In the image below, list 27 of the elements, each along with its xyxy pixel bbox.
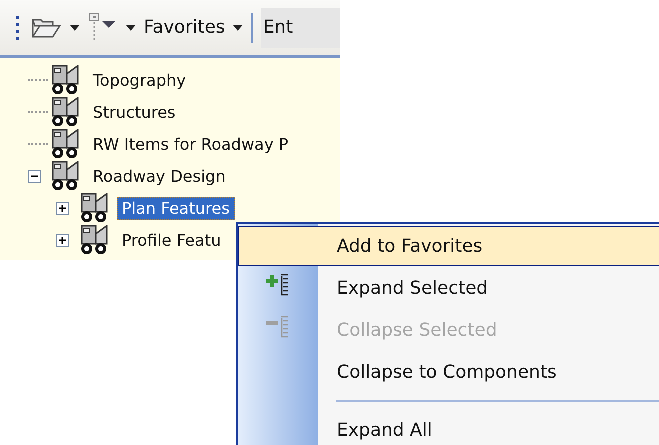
tree-node[interactable]: Plan Features — [117, 196, 235, 220]
entry-field[interactable]: Ent — [261, 8, 340, 48]
menu-item[interactable]: Collapse to Components — [238, 352, 659, 392]
tree-node[interactable]: RW Items for Roadway P — [88, 132, 294, 156]
grip-icon[interactable] — [16, 16, 20, 40]
dropdown-arrow-icon[interactable] — [70, 24, 80, 30]
dropdown-arrow-icon[interactable] — [126, 24, 136, 30]
folder-icon[interactable] — [32, 16, 62, 38]
node-dropdown-icon[interactable] — [88, 12, 118, 42]
truck-icon — [52, 161, 80, 191]
expander-toggle[interactable] — [56, 202, 69, 214]
dropdown-arrow-icon[interactable] — [233, 24, 244, 30]
menu-item[interactable]: Add to Favorites — [238, 226, 659, 266]
tree-node[interactable]: Topography — [88, 68, 192, 92]
truck-icon — [52, 97, 80, 127]
expander-toggle[interactable] — [56, 234, 69, 246]
truck-icon — [52, 129, 80, 159]
tree-node[interactable]: Structures — [88, 100, 181, 124]
truck-icon — [81, 225, 109, 255]
expander-toggle[interactable] — [28, 170, 41, 182]
truck-icon — [52, 65, 80, 95]
menu-item[interactable]: Expand Selected — [238, 268, 659, 308]
tree-node[interactable]: Profile Featu — [117, 228, 226, 252]
truck-icon — [81, 193, 109, 223]
favorites-menu-label[interactable]: Favorites — [144, 17, 226, 38]
menu-item[interactable]: Expand All — [238, 410, 659, 445]
tree-node[interactable]: Roadway Design — [88, 164, 231, 188]
